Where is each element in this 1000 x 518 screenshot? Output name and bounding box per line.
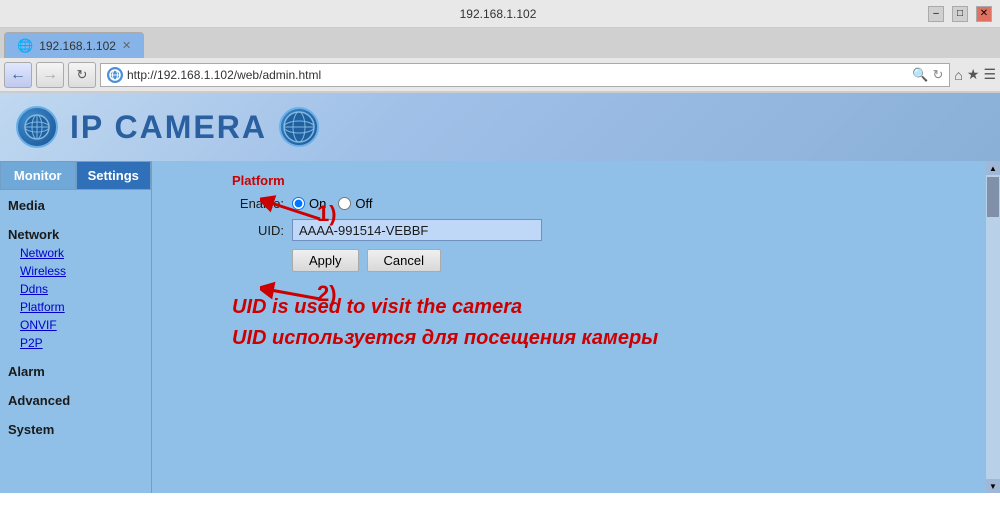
sidebar-alarm-section: Alarm bbox=[0, 356, 151, 385]
sidebar-media-section: Media bbox=[0, 190, 151, 219]
button-row: Apply Cancel bbox=[292, 249, 980, 272]
page: IP CAMERA Monitor Settings Media bbox=[0, 93, 1000, 493]
scrollbar[interactable]: ▲ ▼ bbox=[986, 161, 1000, 493]
sidebar-alarm-title: Alarm bbox=[0, 360, 151, 381]
menu-button[interactable]: ☰ bbox=[983, 66, 996, 83]
uid-row: UID: bbox=[232, 219, 980, 241]
browser-tab[interactable]: 🌐 192.168.1.102 ✕ bbox=[4, 32, 144, 58]
refresh-small-icon: ↻ bbox=[933, 67, 944, 83]
close-button[interactable]: ✕ bbox=[976, 6, 992, 22]
tab-bar: 🌐 192.168.1.102 ✕ bbox=[0, 28, 1000, 58]
tab-settings[interactable]: Settings bbox=[76, 161, 152, 190]
tab-settings-label: Settings bbox=[88, 168, 139, 183]
title-bar: 192.168.1.102 – □ ✕ bbox=[0, 0, 1000, 28]
maximize-button[interactable]: □ bbox=[952, 6, 968, 22]
tab-label: 192.168.1.102 bbox=[39, 39, 116, 53]
globe-icon: 🌐 bbox=[17, 38, 33, 54]
back-button[interactable]: ← bbox=[4, 62, 32, 88]
radio-off-input[interactable] bbox=[338, 197, 351, 210]
platform-section: Platform Enable: On Off bbox=[232, 173, 980, 350]
info-text: UID is used to visit the camera UID испо… bbox=[232, 296, 980, 350]
refresh-button[interactable]: ↻ bbox=[68, 62, 96, 88]
logo-globe-right bbox=[279, 107, 319, 147]
forward-button[interactable]: → bbox=[36, 62, 64, 88]
sidebar-item-onvif[interactable]: ONVIF bbox=[0, 316, 151, 334]
search-icon: 🔍 bbox=[912, 67, 928, 83]
sidebar: Monitor Settings Media Network Network W… bbox=[0, 161, 152, 493]
minimize-button[interactable]: – bbox=[928, 6, 944, 22]
scrollbar-thumb[interactable] bbox=[987, 177, 999, 217]
app-title: IP CAMERA bbox=[70, 109, 267, 146]
uid-label: UID: bbox=[232, 223, 292, 238]
content-area: 1) 2) Platform Enable: On Off bbox=[152, 161, 1000, 493]
annotation-1: 1) bbox=[317, 201, 337, 227]
site-icon bbox=[107, 67, 123, 83]
main-area: Monitor Settings Media Network Network W… bbox=[0, 161, 1000, 493]
annotation-2: 2) bbox=[317, 281, 337, 307]
sidebar-system-section: System bbox=[0, 414, 151, 443]
radio-off-label: Off bbox=[355, 196, 372, 211]
sidebar-advanced-section: Advanced bbox=[0, 385, 151, 414]
sidebar-network-section: Network Network Wireless Ddns Platform O… bbox=[0, 219, 151, 356]
address-bar[interactable]: http://192.168.1.102/web/admin.html 🔍 ↻ bbox=[100, 63, 950, 87]
sidebar-system-title: System bbox=[0, 418, 151, 439]
sidebar-advanced-title: Advanced bbox=[0, 389, 151, 410]
star-button[interactable]: ★ bbox=[967, 66, 980, 83]
sidebar-item-ddns[interactable]: Ddns bbox=[0, 280, 151, 298]
sidebar-item-p2p[interactable]: P2P bbox=[0, 334, 151, 352]
sidebar-media-title: Media bbox=[0, 194, 151, 215]
info-line-1: UID is used to visit the camera bbox=[232, 296, 980, 319]
window-controls[interactable]: – □ ✕ bbox=[928, 6, 992, 22]
nav-bar: ← → ↻ http://192.168.1.102/web/admin.htm… bbox=[0, 58, 1000, 92]
app-header: IP CAMERA bbox=[0, 93, 1000, 161]
home-button[interactable]: ⌂ bbox=[954, 67, 962, 83]
url-text: http://192.168.1.102/web/admin.html bbox=[127, 68, 908, 82]
tab-close-icon[interactable]: ✕ bbox=[122, 39, 131, 52]
back-icon: ← bbox=[10, 66, 26, 84]
platform-title: Platform bbox=[232, 173, 980, 188]
tab-monitor[interactable]: Monitor bbox=[0, 161, 76, 190]
radio-off[interactable]: Off bbox=[338, 196, 372, 211]
scroll-up-button[interactable]: ▲ bbox=[986, 161, 1000, 175]
scroll-down-button[interactable]: ▼ bbox=[986, 479, 1000, 493]
radio-on-input[interactable] bbox=[292, 197, 305, 210]
logo-globe-left bbox=[16, 106, 58, 148]
apply-button[interactable]: Apply bbox=[292, 249, 359, 272]
enable-row: Enable: On Off bbox=[232, 196, 980, 211]
sidebar-item-wireless[interactable]: Wireless bbox=[0, 262, 151, 280]
enable-label: Enable: bbox=[232, 196, 292, 211]
sidebar-item-network[interactable]: Network bbox=[0, 244, 151, 262]
sidebar-tabs: Monitor Settings bbox=[0, 161, 151, 190]
info-line-2: UID используется для посещения камеры bbox=[232, 327, 980, 350]
window-title: 192.168.1.102 bbox=[68, 7, 928, 21]
sidebar-network-title: Network bbox=[0, 223, 151, 244]
refresh-icon: ↻ bbox=[77, 67, 88, 83]
scrollbar-track[interactable] bbox=[986, 175, 1000, 479]
sidebar-item-platform[interactable]: Platform bbox=[0, 298, 151, 316]
forward-icon: → bbox=[42, 66, 58, 84]
tab-monitor-label: Monitor bbox=[14, 168, 62, 183]
cancel-button[interactable]: Cancel bbox=[367, 249, 441, 272]
